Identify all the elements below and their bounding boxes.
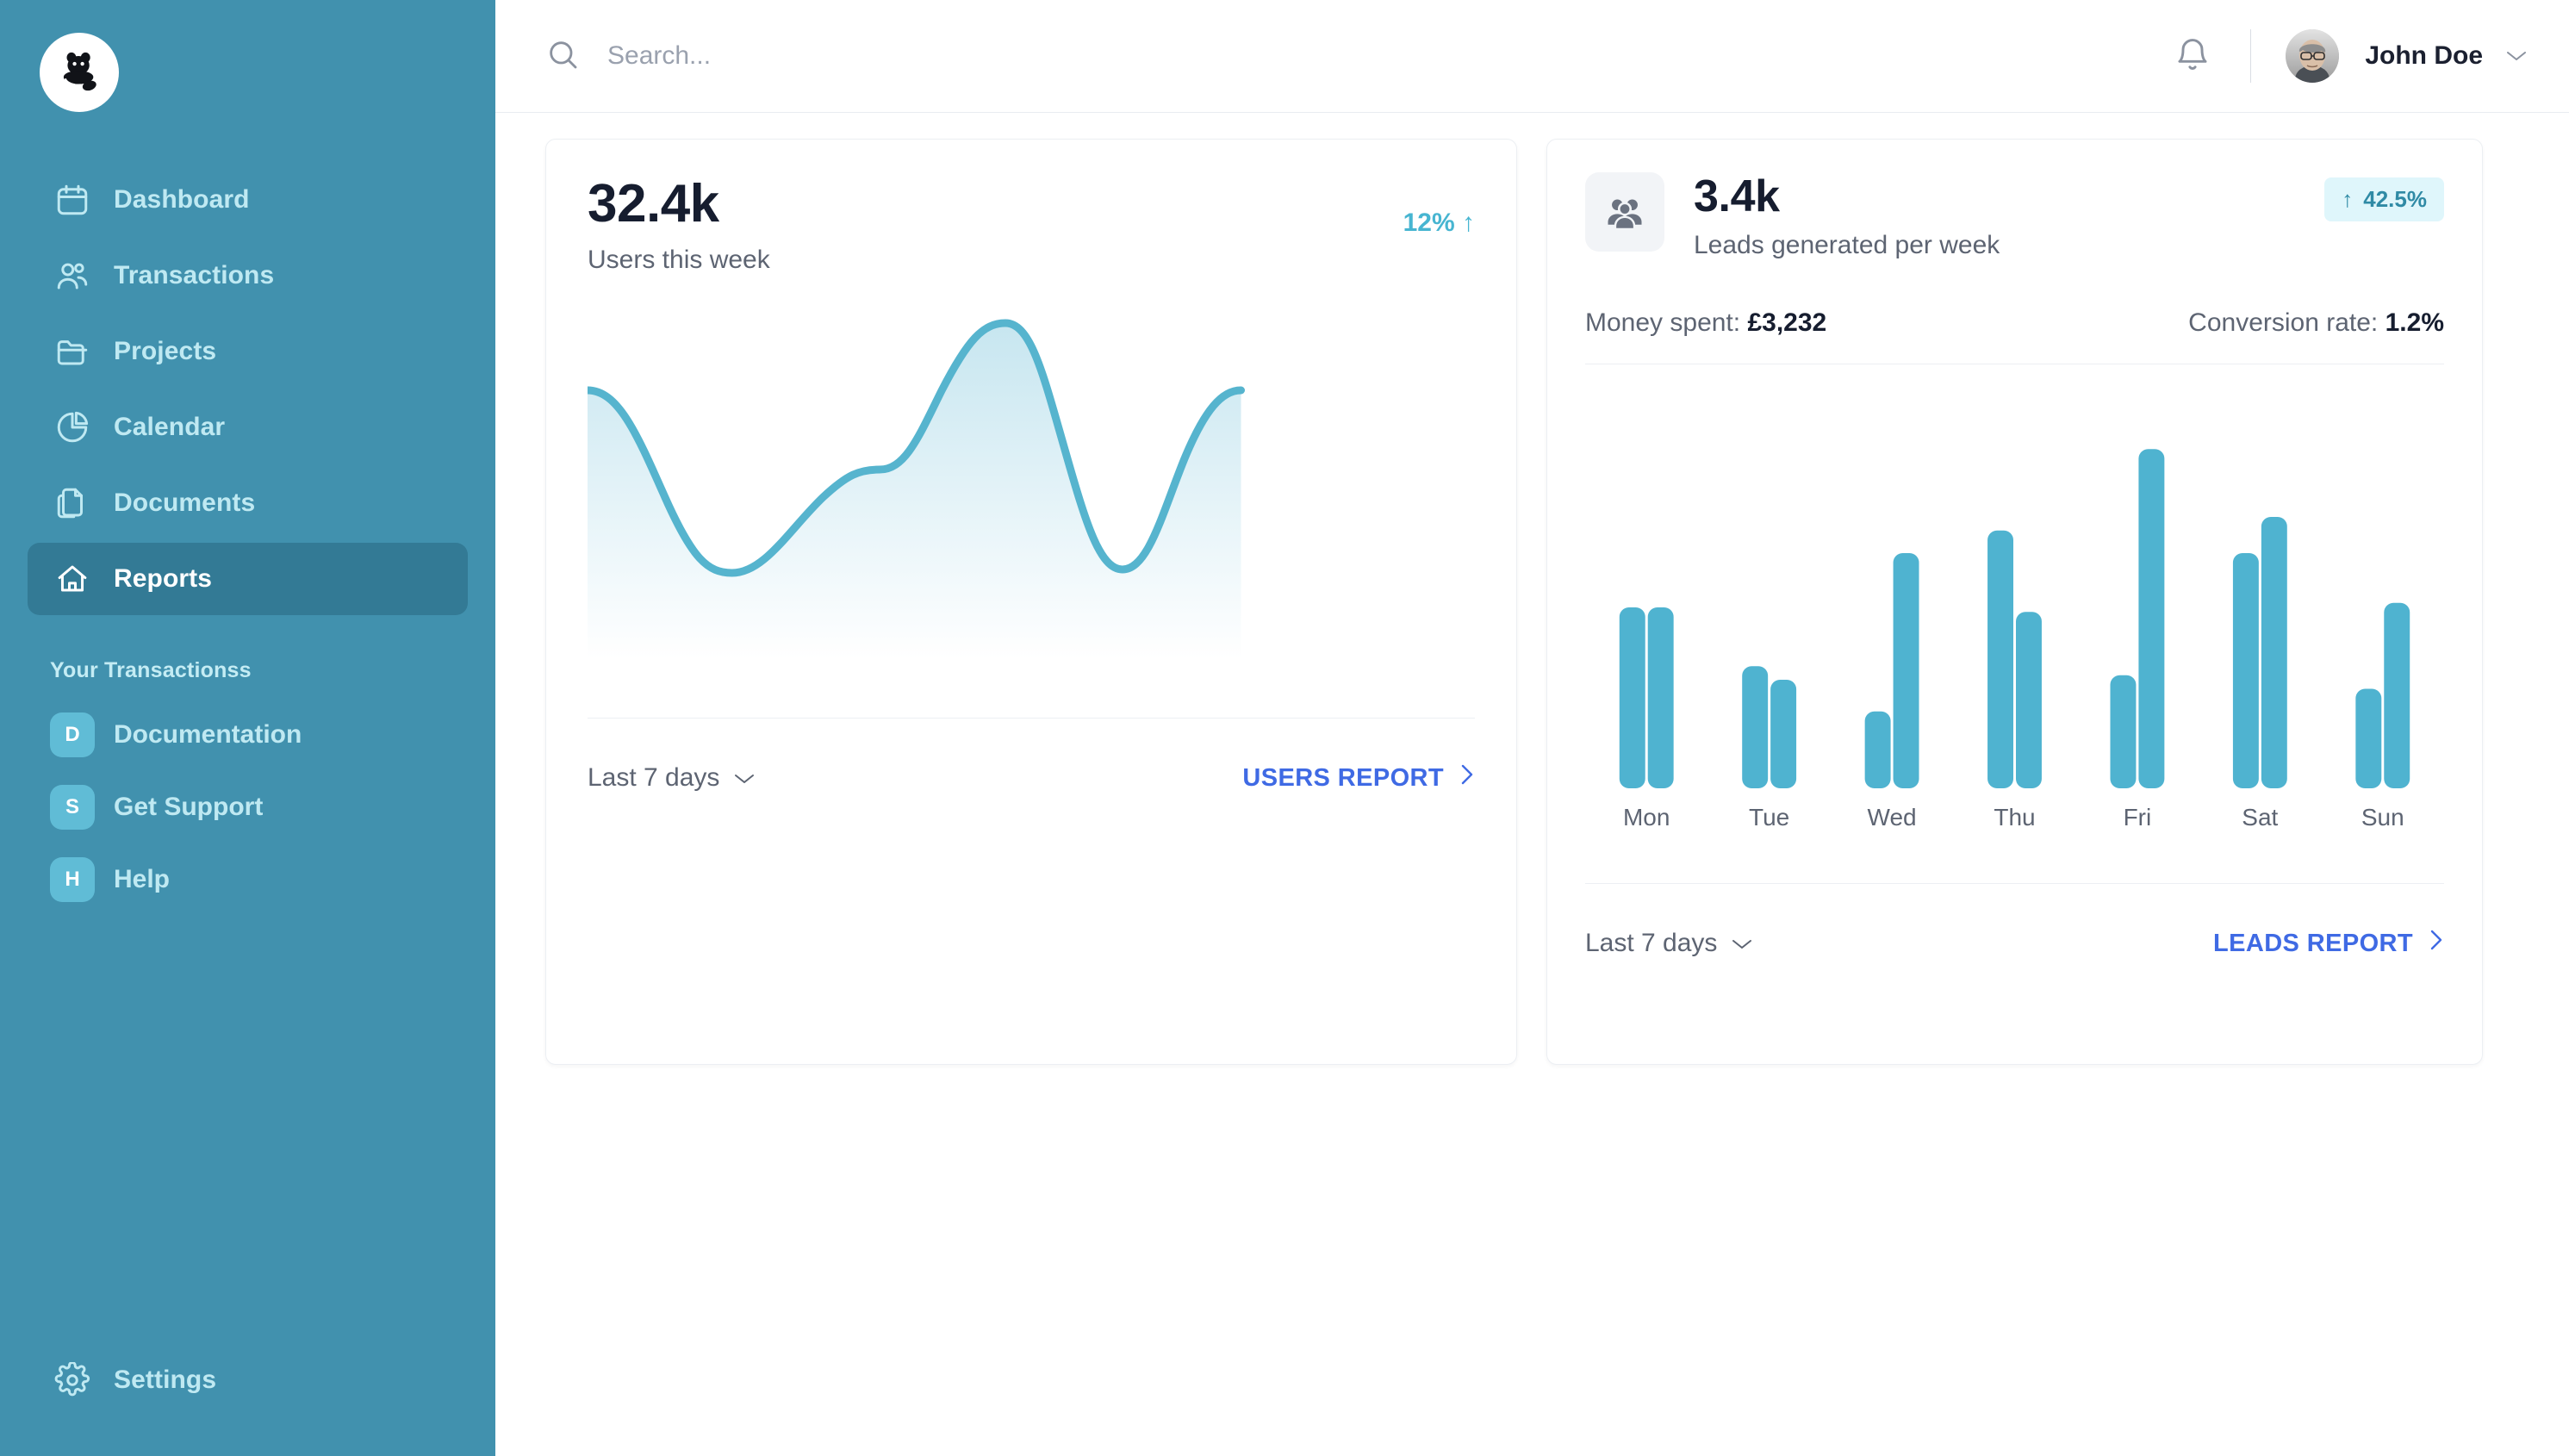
users-range-label: Last 7 days (588, 763, 720, 793)
arrow-up-icon: ↑ (2342, 186, 2354, 212)
sidebar-item-help[interactable]: H Help (28, 843, 468, 916)
sidebar-item-label: Reports (114, 564, 213, 593)
sidebar-mini-nav: D Documentation S Get Support H Help (0, 699, 495, 916)
sidebar-item-label: Dashboard (114, 185, 250, 214)
sidebar-section-title: Your Transactionss (50, 658, 252, 682)
topbar: John Doe (495, 0, 2569, 113)
leads-card-titles: 3.4k Leads generated per week (1694, 172, 2324, 260)
search-container (545, 37, 2166, 76)
users-report-link[interactable]: USERS REPORT (1242, 763, 1475, 793)
main-area: John Doe 32.4k Users this week 12% ↑ (495, 0, 2569, 1456)
sidebar-item-label: Projects (114, 337, 217, 365)
chevron-down-icon (1717, 929, 1753, 958)
group-icon (1585, 172, 1664, 252)
sidebar-item-label: Get Support (114, 793, 264, 821)
chevron-down-icon (719, 763, 756, 793)
sidebar-item-documents[interactable]: Documents (28, 467, 468, 539)
users-area-chart (588, 314, 1475, 660)
sidebar-item-label: Settings (114, 1366, 217, 1394)
leads-range-picker[interactable]: Last 7 days (1585, 929, 1753, 958)
sidebar-item-label: Documentation (114, 720, 302, 749)
sidebar-item-documentation[interactable]: D Documentation (28, 699, 468, 771)
bar-label: Mon (1622, 804, 1670, 831)
home-icon (50, 557, 95, 601)
chevron-right-icon (1444, 763, 1475, 793)
folder-icon (50, 329, 95, 374)
search-input[interactable] (607, 41, 1124, 71)
sidebar: Dashboard Transactions Projects Calendar… (0, 0, 495, 1456)
users-delta: 12% ↑ (1403, 208, 1475, 237)
users-range-picker[interactable]: Last 7 days (588, 763, 756, 793)
leads-bar-chart (1585, 426, 2444, 789)
sidebar-item-settings[interactable]: Settings (28, 1344, 468, 1416)
sidebar-footer: Settings (0, 1344, 495, 1456)
leads-label: Leads generated per week (1694, 231, 2000, 260)
users-card-titles: 32.4k Users this week (588, 176, 770, 275)
leads-bar-labels: Mon Tue Wed Thu Fri Sat Sun (1585, 804, 2444, 831)
leads-report-link[interactable]: LEADS REPORT (2213, 929, 2444, 958)
leads-stats-row: Money spent: £3,232 Conversion rate: 1.2… (1585, 308, 2444, 365)
leads-card-footer: Last 7 days LEADS REPORT (1585, 884, 2444, 958)
bar-label: Sat (2242, 804, 2279, 831)
sidebar-nav: Dashboard Transactions Projects Calendar… (0, 164, 495, 619)
calendar-icon (50, 177, 95, 222)
leads-range-label: Last 7 days (1585, 929, 1718, 958)
bar-label: Fri (2123, 804, 2152, 831)
leads-card-header: 3.4k Leads generated per week ↑ 42.5% (1585, 172, 2444, 260)
bear-logo-icon[interactable] (40, 33, 119, 112)
logo-container (0, 0, 495, 112)
conversion-rate-value: 1.2% (2385, 308, 2444, 338)
dashboard-content: 32.4k Users this week 12% ↑ Last 7 days … (495, 113, 2569, 1456)
leads-value: 3.4k (1694, 171, 1780, 221)
sidebar-item-label: Calendar (114, 413, 226, 441)
documents-icon (50, 481, 95, 526)
bell-icon (2174, 36, 2211, 77)
support-badge: S (50, 785, 95, 830)
bar-label: Wed (1867, 804, 1917, 831)
sidebar-item-calendar[interactable]: Calendar (28, 391, 468, 464)
sidebar-item-reports[interactable]: Reports (28, 543, 468, 615)
users-report-label: USERS REPORT (1242, 763, 1444, 792)
app-root: Dashboard Transactions Projects Calendar… (0, 0, 2569, 1456)
sidebar-item-label: Documents (114, 488, 256, 517)
conversion-rate-stat: Conversion rate: 1.2% (2188, 308, 2444, 338)
bar-label: Thu (1994, 804, 2036, 831)
users-icon (50, 253, 95, 298)
users-card-header: 32.4k Users this week 12% ↑ (588, 176, 1475, 275)
sidebar-item-projects[interactable]: Projects (28, 315, 468, 388)
leads-card: 3.4k Leads generated per week ↑ 42.5% Mo… (1546, 139, 2483, 1065)
header-divider (2250, 29, 2252, 83)
money-spent-value: £3,232 (1747, 308, 1827, 338)
users-value: 32.4k (588, 174, 719, 233)
chevron-right-icon (2413, 929, 2444, 958)
sidebar-item-label: Help (114, 865, 171, 893)
sidebar-item-dashboard[interactable]: Dashboard (28, 164, 468, 236)
leads-badge-value: 42.5% (2363, 186, 2427, 212)
avatar (2286, 29, 2340, 83)
documentation-badge: D (50, 712, 95, 757)
sidebar-item-transactions[interactable]: Transactions (28, 240, 468, 312)
chevron-down-icon (2505, 49, 2528, 63)
conversion-rate-label: Conversion rate: (2188, 308, 2379, 338)
bar-label: Tue (1749, 804, 1790, 831)
sidebar-item-label: Transactions (114, 261, 275, 289)
money-spent-stat: Money spent: £3,232 (1585, 308, 1826, 338)
sidebar-item-get-support[interactable]: S Get Support (28, 771, 468, 843)
money-spent-label: Money spent: (1585, 308, 1741, 338)
leads-status-badge: ↑ 42.5% (2324, 177, 2444, 221)
help-badge: H (50, 857, 95, 902)
user-menu[interactable]: John Doe (2286, 29, 2528, 83)
search-icon (545, 37, 607, 76)
users-label: Users this week (588, 246, 770, 275)
leads-report-label: LEADS REPORT (2213, 929, 2413, 957)
users-card: 32.4k Users this week 12% ↑ Last 7 days … (545, 139, 1517, 1065)
users-card-footer: Last 7 days USERS REPORT (588, 719, 1475, 793)
user-name: John Doe (2365, 41, 2483, 70)
bar-label: Sun (2361, 804, 2404, 831)
pie-chart-icon (50, 405, 95, 450)
notifications-button[interactable] (2166, 29, 2219, 83)
gear-icon (50, 1358, 95, 1403)
